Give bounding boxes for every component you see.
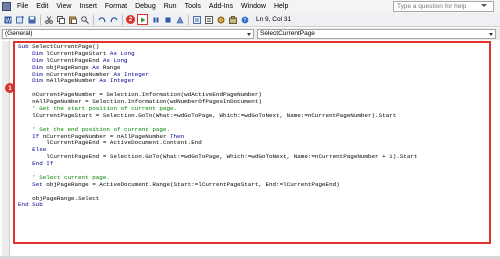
code-keyword: End If [32,160,54,168]
redo-icon[interactable] [109,15,118,24]
menu-debug[interactable]: Debug [131,3,160,10]
properties-window-icon[interactable] [204,15,213,24]
menu-window[interactable]: Window [237,3,270,10]
word-view-icon[interactable]: W [3,15,12,24]
menu-help[interactable]: Help [270,3,292,10]
code-line[interactable]: End If [18,160,417,168]
procedure-dropdown[interactable]: SelectCurrentPage [257,29,496,39]
code-line[interactable]: Set objPageRange = ActiveDocument.Range(… [18,180,417,189]
object-browser-icon[interactable] [216,15,225,24]
break-icon[interactable] [151,15,160,24]
code-window[interactable]: 1 Sub SelectCurrentPage() Dim lCurrentPa… [2,41,496,256]
code-keyword: Dim [32,77,47,85]
chevron-down-icon[interactable] [245,31,252,37]
design-mode-icon[interactable] [175,15,184,24]
step-1-badge: 1 [5,83,15,93]
menu-edit[interactable]: Edit [32,3,52,10]
code-line[interactable]: objPageRange.Select [18,195,417,203]
chevron-down-icon[interactable] [487,31,494,37]
help-dropdown-arrow-icon[interactable] [481,4,487,7]
object-dropdown[interactable]: (General) [2,29,254,39]
menu-view[interactable]: View [52,3,75,10]
svg-text:?: ? [243,18,246,24]
procedure-dropdown-value: SelectCurrentPage [260,30,315,37]
run-play-icon [140,17,145,22]
code-text: objPageRange = ActiveDocument.Range(Star… [46,180,340,188]
reset-icon[interactable] [163,15,172,24]
code-keyword: End Sub [18,201,43,209]
menu-file[interactable]: File [13,3,32,10]
code-line[interactable]: End Sub [18,202,417,209]
code-keyword: As Integer [99,77,135,85]
undo-icon[interactable] [97,15,106,24]
toolbar-separator [93,14,94,25]
save-icon[interactable] [27,15,36,24]
menu-add-ins[interactable]: Add-Ins [205,3,237,10]
step-2-badge: 2 [126,15,135,24]
menu-insert[interactable]: Insert [75,3,101,10]
paste-icon[interactable] [68,15,77,24]
toolbar-separator [40,14,41,25]
menu-tools[interactable]: Tools [181,3,205,10]
object-dropdown-value: (General) [5,30,33,37]
menu-format[interactable]: Format [101,3,131,10]
code-editor-text[interactable]: Sub SelectCurrentPage() Dim lCurrentPage… [18,43,418,209]
code-text: lCurrentPageEnd = Selection.GoTo(What:=w… [18,153,418,161]
insert-module-icon[interactable] [15,15,24,24]
copy-icon[interactable] [56,15,65,24]
code-text: lCurrentPageStart = Selection.GoTo(What:… [18,111,397,119]
code-line[interactable]: lCurrentPageStart = Selection.GoTo(What:… [18,111,417,120]
find-icon[interactable] [80,15,89,24]
svg-text:W: W [5,18,11,24]
code-line[interactable]: lCurrentPageEnd = ActiveDocument.Content… [18,140,417,147]
code-line[interactable]: Dim nAllPageNumber As Integer [18,78,417,85]
toolbar-separator [122,14,123,25]
vbe-app-icon[interactable] [2,2,11,11]
project-explorer-icon[interactable] [192,15,201,24]
standard-toolbar: W 2 ? Ln 9, Col 31 [0,13,500,27]
menu-run[interactable]: Run [160,3,181,10]
code-window-header: (General) SelectCurrentPage [0,28,500,40]
menu-bar: File Edit View Insert Format Debug Run T… [0,0,500,13]
toolbar-separator [188,14,189,25]
run-sub-button[interactable] [137,14,148,25]
margin-indicator-bar[interactable] [2,41,10,256]
cursor-position: Ln 9, Col 31 [256,16,292,23]
toolbox-icon[interactable] [228,15,237,24]
cut-icon[interactable] [44,15,53,24]
code-line[interactable]: lCurrentPageEnd = Selection.GoTo(What:=w… [18,153,418,161]
help-icon[interactable]: ? [240,15,249,24]
help-search-input[interactable]: Type a question for help [393,1,494,12]
code-text: nAllPageNumber [46,77,100,85]
code-keyword: Set [32,180,47,188]
